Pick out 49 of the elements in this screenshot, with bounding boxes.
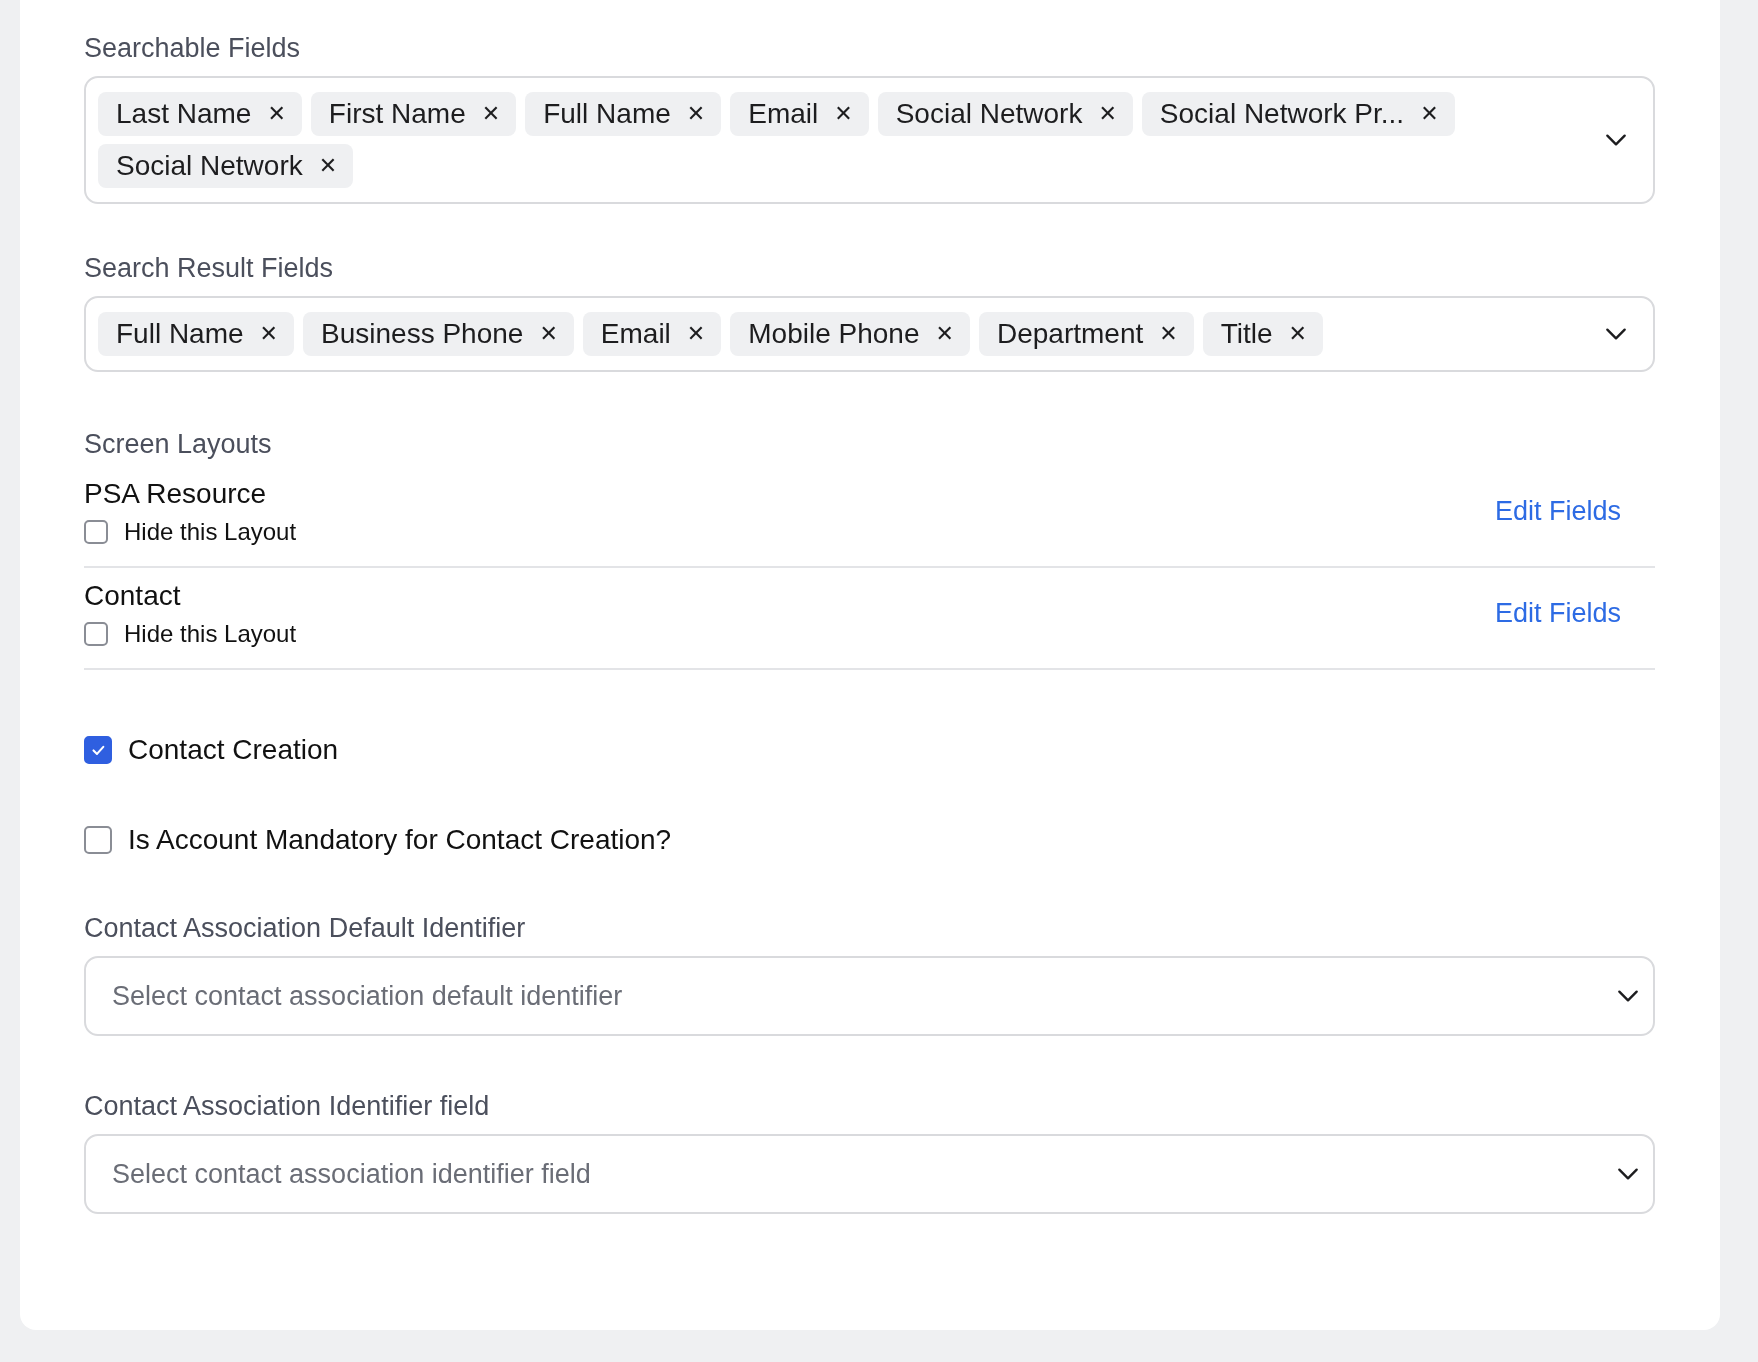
checkbox[interactable] <box>84 826 112 854</box>
field-label: Contact Association Default Identifier <box>84 912 527 945</box>
remove-tag-button[interactable]: ✕ <box>1288 323 1307 345</box>
tag-label: Full Name <box>543 98 671 130</box>
tag-label: Mobile Phone <box>748 318 920 350</box>
tag-label: Email <box>748 98 819 130</box>
checkbox[interactable] <box>84 736 112 764</box>
remove-tag-button[interactable]: ✕ <box>686 323 706 345</box>
select-placeholder: Select contact association default identifier <box>112 980 624 1012</box>
remove-tag-button[interactable]: ✕ <box>935 323 954 345</box>
checkbox-label: Hide this Layout <box>124 518 297 546</box>
tag-label: Social Network <box>895 98 1083 130</box>
remove-tag-button[interactable]: ✕ <box>1159 323 1178 345</box>
tag-label: Business Phone <box>321 318 524 350</box>
field-label: Contact Association Identifier field <box>84 1090 491 1123</box>
edit-fields-link[interactable]: Edit Fields <box>1494 597 1621 629</box>
field-label: Search Result Fields <box>84 252 335 285</box>
tag-label: Last Name <box>116 98 252 130</box>
tag-label: Full Name <box>116 318 244 350</box>
remove-tag-button[interactable]: ✕ <box>267 103 286 125</box>
remove-tag-button[interactable]: ✕ <box>1420 103 1439 125</box>
multi-select-field[interactable]: Last Name ✕ First Name ✕ Full Name ✕ Email ✕ Social Network ✕ Social Network Pr... ✕ Social Network ✕ <box>84 76 1655 204</box>
section-label: Screen Layouts <box>84 428 273 461</box>
remove-tag-button[interactable]: ✕ <box>318 155 338 177</box>
layout-name: PSA Resource <box>84 477 268 511</box>
remove-tag-button[interactable]: ✕ <box>259 323 279 345</box>
tag-label: Title <box>1220 318 1273 350</box>
select-field[interactable]: Select contact association identifier field <box>84 1134 1655 1214</box>
tag-label: Email <box>600 318 671 350</box>
tag-label: Social Network <box>116 150 303 182</box>
checkbox[interactable] <box>84 622 108 646</box>
remove-tag-button[interactable]: ✕ <box>1098 103 1117 125</box>
layout-name: Contact <box>84 579 182 613</box>
edit-fields-link[interactable]: Edit Fields <box>1494 495 1621 527</box>
tag-label: First Name <box>328 98 466 130</box>
checkbox-label: Contact Creation <box>128 734 339 766</box>
checkbox-label: Is Account Mandatory for Contact Creation? <box>128 824 672 856</box>
remove-tag-button[interactable]: ✕ <box>481 103 501 125</box>
checkbox-label: Hide this Layout <box>124 620 297 648</box>
tag-label: Department <box>996 318 1144 350</box>
tag-label: Social Network Pr... <box>1159 98 1405 130</box>
remove-tag-button[interactable]: ✕ <box>834 103 853 125</box>
field-label: Searchable Fields <box>84 32 302 65</box>
checkbox[interactable] <box>84 520 108 544</box>
remove-tag-button[interactable]: ✕ <box>686 103 706 125</box>
multi-select-field[interactable]: Full Name ✕ Business Phone ✕ Email ✕ Mobile Phone ✕ Department ✕ Title ✕ <box>84 296 1655 372</box>
select-placeholder: Select contact association identifier field <box>112 1158 592 1190</box>
select-field[interactable]: Select contact association default identifier <box>84 956 1655 1036</box>
remove-tag-button[interactable]: ✕ <box>539 323 558 345</box>
